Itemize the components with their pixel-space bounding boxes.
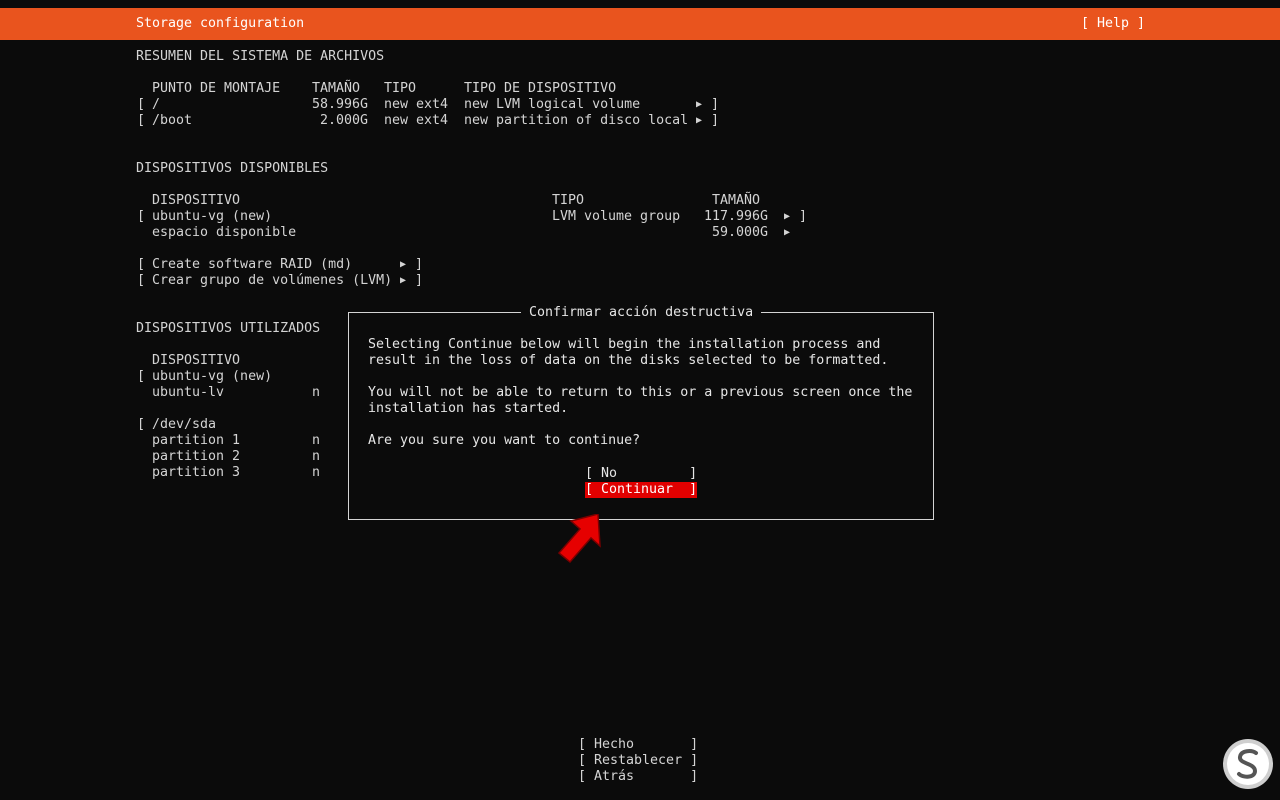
expand-arrow-icon: ▶ (784, 211, 791, 222)
section-title-available: DISPOSITIVOS DISPONIBLES (136, 161, 329, 176)
site-logo-icon (1223, 739, 1273, 789)
device-type: LVM volume group (552, 209, 681, 224)
device-name: ubuntu-lv (152, 385, 225, 400)
window-title: Storage configuration (136, 16, 305, 31)
device-name: partition 2 (152, 449, 241, 464)
col-size: TAMAÑO (312, 81, 361, 96)
action-label: Create software RAID (md) (152, 257, 353, 272)
pointer-arrow-icon (557, 514, 601, 564)
device-detail: n (312, 385, 321, 400)
mount-row-root[interactable]: [ / 58.996G new ext4 new LVM logical vol… (0, 97, 1280, 113)
col-size: TAMAÑO (712, 193, 761, 208)
device-detail: n (312, 449, 321, 464)
device-size: 117.996G (704, 209, 769, 224)
mount-device: new LVM logical volume (464, 97, 641, 112)
mount-size: 58.996G (312, 97, 369, 112)
dialog-text: result in the loss of data on the disks … (368, 353, 889, 368)
device-name: ubuntu-vg (new) (152, 209, 273, 224)
device-name: partition 1 (152, 433, 241, 448)
device-name: /dev/sda (152, 417, 217, 432)
dialog-title: Confirmar acción destructiva (521, 305, 762, 321)
mount-device: new partition of disco local (464, 113, 689, 128)
create-raid-button[interactable]: [ Create software RAID (md) ▶ ] (0, 257, 1280, 273)
dialog-question: Are you sure you want to continue? (368, 433, 641, 448)
device-name: partition 3 (152, 465, 241, 480)
expand-arrow-icon: ▶ (696, 99, 703, 110)
device-detail: n (312, 465, 321, 480)
confirm-dialog: Confirmar acción destructiva Selecting C… (348, 305, 934, 520)
continue-button-label: [ Continuar ] (585, 482, 698, 497)
device-detail: n (312, 433, 321, 448)
expand-arrow-icon: ▶ (400, 259, 407, 270)
done-button[interactable]: [ Hecho ] (578, 737, 698, 753)
section-title-summary: RESUMEN DEL SISTEMA DE ARCHIVOS (136, 49, 385, 64)
device-name: ubuntu-vg (new) (152, 369, 273, 384)
mount-point: / (152, 97, 161, 112)
expand-arrow-icon: ▶ (400, 275, 407, 286)
device-row-free-space[interactable]: espacio disponible 59.000G ▶ (0, 225, 1280, 241)
col-device: DISPOSITIVO (152, 353, 241, 368)
col-device: DISPOSITIVO (152, 193, 241, 208)
mount-point: /boot (152, 113, 193, 128)
col-type: TIPO (384, 81, 417, 96)
mount-size: 2.000G (320, 113, 369, 128)
expand-arrow-icon: ▶ (784, 227, 791, 238)
action-label: Crear grupo de volúmenes (LVM) (152, 273, 393, 288)
mount-type: new ext4 (384, 113, 449, 128)
expand-arrow-icon: ▶ (696, 115, 703, 126)
dialog-text: installation has started. (368, 401, 569, 416)
back-button[interactable]: [ Atrás ] (578, 769, 698, 785)
help-button[interactable]: [ Help ] (1081, 16, 1145, 32)
device-name: espacio disponible (152, 225, 297, 240)
create-lvm-button[interactable]: [ Crear grupo de volúmenes (LVM) ▶ ] (0, 273, 1280, 289)
no-button[interactable]: [ No ] (585, 466, 697, 482)
col-mount: PUNTO DE MONTAJE (152, 81, 281, 96)
dialog-text: You will not be able to return to this o… (368, 385, 913, 400)
continue-button[interactable]: [ Continuar ] (585, 482, 697, 498)
col-type: TIPO (552, 193, 585, 208)
device-size: 59.000G (712, 225, 769, 240)
mount-type: new ext4 (384, 97, 449, 112)
mount-row-boot[interactable]: [ /boot 2.000G new ext4 new partition of… (0, 113, 1280, 129)
col-device-type: TIPO DE DISPOSITIVO (464, 81, 617, 96)
device-row-ubuntu-vg[interactable]: [ ubuntu-vg (new) LVM volume group 117.9… (0, 209, 1280, 225)
reset-button[interactable]: [ Restablecer ] (578, 753, 698, 769)
header-bar: Storage configuration [ Help ] (0, 8, 1280, 40)
section-title-used: DISPOSITIVOS UTILIZADOS (136, 321, 321, 336)
dialog-text: Selecting Continue below will begin the … (368, 337, 881, 352)
